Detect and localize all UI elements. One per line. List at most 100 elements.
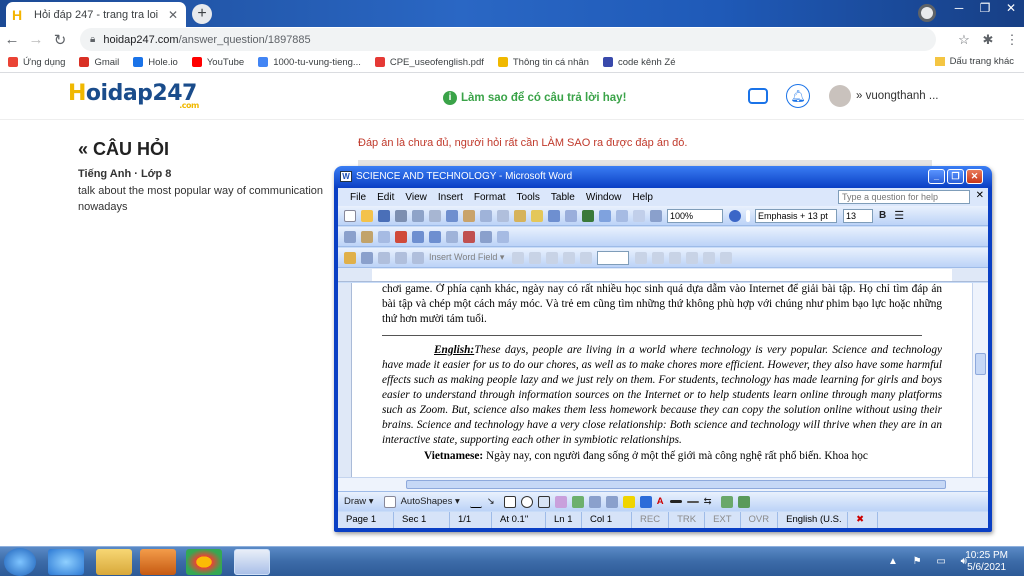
reload-icon[interactable]: ↻	[48, 31, 72, 49]
first-record-icon[interactable]	[563, 251, 576, 264]
menu-insert[interactable]: Insert	[438, 192, 463, 203]
accept-change-icon[interactable]	[378, 230, 390, 243]
bookmark-item[interactable]: YouTube	[191, 57, 244, 68]
dash-style-icon[interactable]	[686, 500, 699, 503]
clock[interactable]: 10:25 PM 5/6/2021	[965, 550, 1008, 574]
close-window-icon[interactable]: ✕	[998, 0, 1024, 18]
line-icon[interactable]	[469, 496, 482, 508]
status-ext[interactable]: EXT	[705, 512, 741, 528]
shadow-icon[interactable]	[720, 495, 733, 508]
bookmark-item[interactable]: 1000-tu-vung-tieng...	[258, 57, 361, 68]
document-map-icon[interactable]	[650, 209, 662, 222]
recipients-icon[interactable]	[378, 251, 390, 264]
word-restore-icon[interactable]: ❐	[947, 169, 964, 184]
horizontal-ruler[interactable]	[338, 268, 988, 282]
hyperlink-icon[interactable]	[582, 209, 594, 222]
minimize-window-icon[interactable]: ─	[946, 0, 972, 18]
undo-icon[interactable]	[548, 209, 560, 222]
system-tray-icons[interactable]: ▲ ⚑ ▭ 🔊︎	[888, 556, 973, 567]
bookmark-item[interactable]: Thông tin cá nhân	[497, 57, 589, 68]
chrome-profile-icon[interactable]	[918, 4, 936, 22]
style-select[interactable]: Emphasis + 13 pt	[755, 208, 837, 223]
vertical-scrollbar[interactable]	[972, 283, 988, 477]
font-size-select[interactable]: 13	[843, 208, 873, 223]
status-ovr[interactable]: OVR	[741, 512, 779, 528]
menu-tools[interactable]: Tools	[517, 192, 540, 203]
compare-icon[interactable]	[497, 230, 509, 243]
wordart-icon[interactable]	[554, 495, 567, 508]
tab-close-icon[interactable]: ✕	[166, 8, 180, 22]
menu-help[interactable]: Help	[632, 192, 653, 203]
select-objects-icon[interactable]	[383, 495, 396, 508]
chat-icon[interactable]	[748, 88, 768, 104]
bookmark-item[interactable]: CPE_useofenglish.pdf	[374, 57, 484, 68]
line-style-icon[interactable]	[669, 500, 682, 503]
next-record-icon[interactable]	[635, 251, 648, 264]
sort-descending-icon[interactable]	[429, 230, 441, 243]
3d-icon[interactable]	[737, 495, 750, 508]
forward-icon[interactable]: →	[24, 31, 48, 48]
new-tab-button[interactable]: +	[192, 4, 212, 24]
data-source-icon[interactable]	[361, 251, 373, 264]
bell-icon[interactable]: 🔔︎	[786, 84, 810, 108]
bookmark-item[interactable]: Gmail	[79, 57, 119, 68]
horizontal-scrollbar[interactable]	[338, 477, 988, 491]
last-record-icon[interactable]	[652, 251, 665, 264]
record-number-input[interactable]	[597, 250, 630, 265]
close-document-icon[interactable]: ✕	[976, 190, 984, 201]
print-preview-icon[interactable]	[429, 209, 441, 222]
tip-link[interactable]: i Làm sao để có câu trả lời hay!	[443, 91, 626, 105]
document-text[interactable]: chơi game. Ở phía cạnh khác, ngày nay có…	[382, 283, 942, 464]
find-entry-icon[interactable]	[669, 251, 682, 264]
redo-icon[interactable]	[565, 209, 577, 222]
media-player-icon[interactable]	[140, 549, 176, 575]
word-minimize-icon[interactable]: _	[928, 169, 945, 184]
columns-icon[interactable]	[616, 209, 628, 222]
bookmark-item[interactable]: code kênh Zé	[602, 57, 676, 68]
bookmark-item[interactable]: Hole.io	[133, 57, 178, 68]
align-icon[interactable]: ☰	[894, 209, 904, 222]
research-icon[interactable]	[463, 209, 475, 222]
copy-icon[interactable]	[497, 209, 509, 222]
zoom-select[interactable]: 100%	[667, 208, 723, 223]
spelling-icon[interactable]	[446, 209, 458, 222]
bold-icon[interactable]: B	[879, 210, 886, 221]
rectangle-icon[interactable]	[503, 495, 516, 508]
address-block-icon[interactable]	[395, 251, 407, 264]
match-fields-icon[interactable]	[546, 251, 559, 264]
main-document-icon[interactable]	[344, 251, 356, 264]
delete-comment-icon[interactable]	[463, 230, 475, 243]
internet-explorer-icon[interactable]	[48, 549, 84, 575]
table-icon[interactable]	[599, 209, 611, 222]
hoidap247-logo[interactable]: Hoidap247 .com	[68, 81, 199, 110]
username[interactable]: » vuongthanh ...	[856, 90, 939, 102]
picture-icon[interactable]	[605, 495, 618, 508]
address-bar[interactable]: 🔒︎ hoidap247.com/answer_question/1897885	[80, 28, 936, 51]
autoshapes-menu[interactable]: AutoShapes ▾	[401, 496, 460, 507]
track-changes-icon[interactable]	[344, 230, 356, 243]
permission-icon[interactable]	[395, 209, 407, 222]
sort-ascending-icon[interactable]	[412, 230, 424, 243]
word-close-icon[interactable]: ✕	[966, 169, 983, 184]
status-trk[interactable]: TRK	[669, 512, 706, 528]
menu-view[interactable]: View	[405, 192, 427, 203]
previous-record-icon[interactable]	[580, 251, 593, 264]
spelling-status-icon[interactable]: ✖	[848, 512, 879, 528]
format-painter-icon[interactable]	[531, 209, 543, 222]
menu-kebab-icon[interactable]: ⋮	[1000, 27, 1024, 52]
drawing-icon[interactable]	[633, 209, 645, 222]
menu-format[interactable]: Format	[474, 192, 506, 203]
document-page[interactable]: chơi game. Ở phía cạnh khác, ngày nay có…	[338, 283, 972, 477]
scroll-thumb[interactable]	[406, 480, 946, 489]
help-icon[interactable]	[729, 209, 741, 222]
line-color-icon[interactable]	[639, 495, 652, 508]
insert-word-field-button[interactable]: Insert Word Field ▾	[429, 252, 504, 263]
merge-to-printer-icon[interactable]	[703, 251, 716, 264]
bookmark-item[interactable]: Ứng dụng	[8, 57, 65, 68]
start-button-icon[interactable]	[4, 548, 36, 576]
save-icon[interactable]	[378, 209, 390, 222]
open-folder-icon[interactable]	[361, 209, 373, 222]
scroll-thumb[interactable]	[975, 353, 986, 375]
other-bookmarks-folder[interactable]: Dấu trang khác	[934, 56, 1014, 67]
merge-to-email-icon[interactable]	[720, 251, 733, 264]
